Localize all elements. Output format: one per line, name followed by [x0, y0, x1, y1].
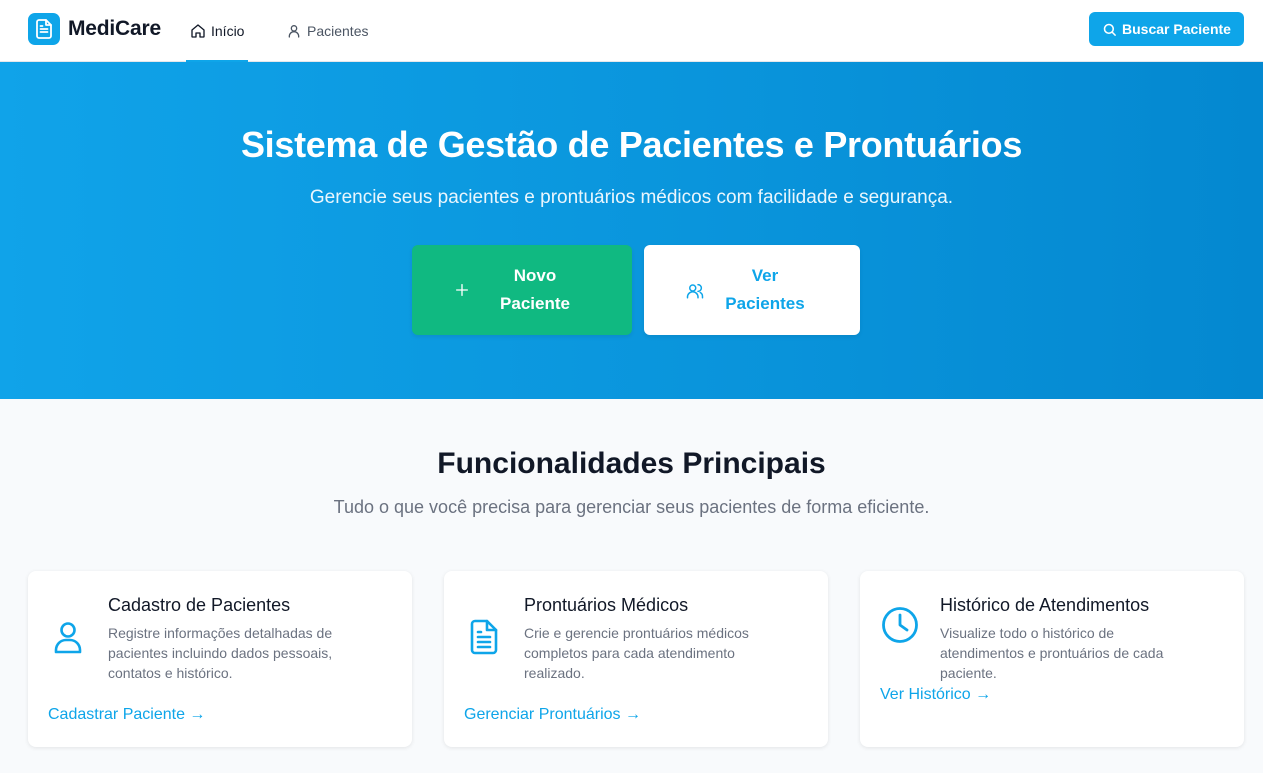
feature-card-patient-registration: Cadastro de Pacientes Registre informaçõ… [28, 571, 412, 747]
clock-icon [882, 607, 918, 643]
card-title: Prontuários Médicos [524, 595, 689, 615]
tab-label: Pacientes [307, 22, 369, 39]
brand-name: MediCare [68, 17, 161, 40]
card-description: Crie e gerencie prontuários médicos comp… [524, 625, 749, 681]
card-title: Histórico de Atendimentos [940, 595, 1150, 615]
user-icon [288, 24, 300, 38]
features-subtitle: Tudo o que você precisa para gerenciar s… [333, 497, 930, 517]
hero-banner: Sistema de Gestão de Pacientes e Prontuá… [0, 62, 1263, 399]
plus-icon [456, 284, 468, 296]
document-icon [28, 13, 60, 45]
feature-card-medical-records: Prontuários Médicos Crie e gerencie pron… [444, 571, 828, 747]
card-description: Registre informações detalhadas de pacie… [108, 625, 333, 681]
user-icon [54, 622, 82, 654]
top-navigation-bar: MediCare Início Pacientes Buscar Pacient… [0, 0, 1263, 62]
search-patient-button[interactable]: Buscar Paciente [1089, 12, 1244, 46]
features-title: Funcionalidades Principais [437, 447, 826, 480]
users-icon [686, 283, 704, 299]
view-patients-button[interactable]: Ver Pacientes [644, 245, 860, 335]
brand[interactable]: MediCare [28, 13, 161, 45]
view-history-link[interactable]: Ver Histórico → [880, 686, 991, 704]
register-patient-link[interactable]: Cadastrar Paciente → [48, 706, 205, 724]
new-patient-label: Novo Paciente [500, 266, 570, 313]
card-title: Cadastro de Pacientes [108, 595, 291, 615]
search-icon [1103, 23, 1116, 36]
document-icon [470, 619, 498, 655]
tab-pacientes[interactable]: Pacientes [286, 0, 368, 61]
manage-records-link[interactable]: Gerenciar Prontuários → [464, 706, 641, 724]
search-button-label: Buscar Paciente [1122, 21, 1231, 37]
tab-inicio[interactable]: Início [186, 0, 249, 62]
new-patient-button[interactable]: Novo Paciente [412, 245, 632, 335]
home-icon [191, 23, 205, 38]
view-patients-label: Ver Pacientes [725, 266, 805, 313]
hero-title: Sistema de Gestão de Pacientes e Prontuá… [240, 124, 1023, 165]
card-description: Visualize todo o histórico de atendiment… [940, 625, 1164, 681]
feature-card-appointment-history: Histórico de Atendimentos Visualize todo… [860, 571, 1244, 747]
hero-subtitle: Gerencie seus pacientes e prontuários mé… [309, 187, 954, 208]
tab-label: Início [211, 22, 245, 39]
